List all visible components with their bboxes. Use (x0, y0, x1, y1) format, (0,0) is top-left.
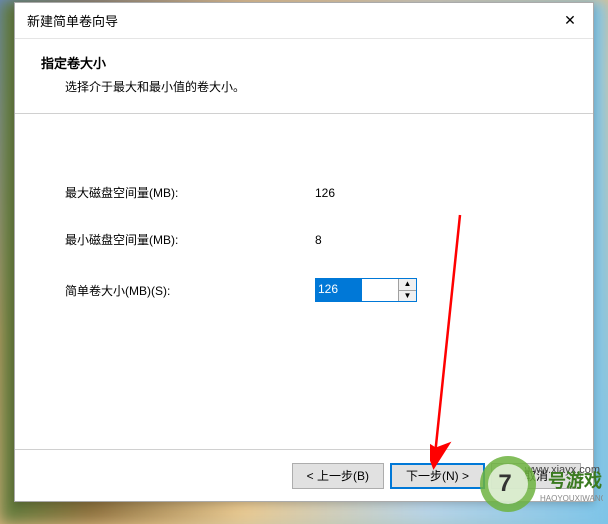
content-area: 最大磁盘空间量(MB): 126 最小磁盘空间量(MB): 8 简单卷大小(MB… (15, 114, 593, 449)
button-bar: < 上一步(B) 下一步(N) > 取消 (15, 449, 593, 501)
close-icon: ✕ (564, 12, 576, 29)
titlebar: 新建简单卷向导 ✕ (15, 3, 593, 39)
volume-size-spinner[interactable]: 126 ▲ ▼ (315, 278, 417, 302)
chevron-down-icon: ▼ (404, 292, 412, 300)
wizard-dialog: 新建简单卷向导 ✕ 指定卷大小 选择介于最大和最小值的卷大小。 最大磁盘空间量(… (14, 2, 594, 502)
dialog-title: 新建简单卷向导 (27, 11, 118, 30)
volume-size-row: 简单卷大小(MB)(S): 126 ▲ ▼ (65, 278, 543, 302)
chevron-up-icon: ▲ (404, 280, 412, 288)
max-space-label: 最大磁盘空间量(MB): (65, 184, 315, 201)
close-button[interactable]: ✕ (547, 3, 593, 39)
spinner-down-button[interactable]: ▼ (399, 291, 416, 302)
spinner-up-button[interactable]: ▲ (399, 279, 416, 291)
page-title: 指定卷大小 (41, 53, 567, 72)
cancel-button[interactable]: 取消 (491, 463, 581, 489)
max-space-row: 最大磁盘空间量(MB): 126 (65, 184, 543, 201)
max-space-value: 126 (315, 186, 543, 200)
back-button[interactable]: < 上一步(B) (292, 463, 384, 489)
header-section: 指定卷大小 选择介于最大和最小值的卷大小。 (15, 39, 593, 113)
min-space-row: 最小磁盘空间量(MB): 8 (65, 231, 543, 248)
min-space-value: 8 (315, 233, 543, 247)
page-subtitle: 选择介于最大和最小值的卷大小。 (41, 78, 567, 95)
volume-size-label: 简单卷大小(MB)(S): (65, 282, 315, 299)
volume-size-input[interactable]: 126 (316, 279, 362, 301)
min-space-label: 最小磁盘空间量(MB): (65, 231, 315, 248)
next-button[interactable]: 下一步(N) > (390, 463, 485, 489)
spinner-buttons: ▲ ▼ (398, 279, 416, 301)
